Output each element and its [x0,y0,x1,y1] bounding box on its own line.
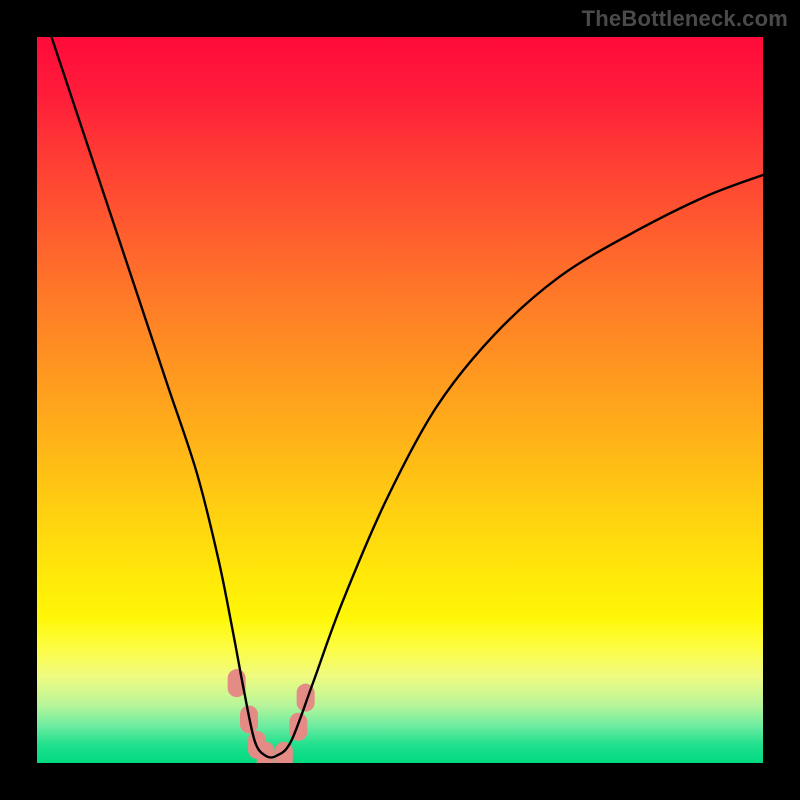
bottleneck-curve [52,37,763,758]
chart-frame: TheBottleneck.com [0,0,800,800]
plot-area [37,37,763,763]
curve-layer [37,37,763,763]
watermark-text: TheBottleneck.com [582,6,788,32]
